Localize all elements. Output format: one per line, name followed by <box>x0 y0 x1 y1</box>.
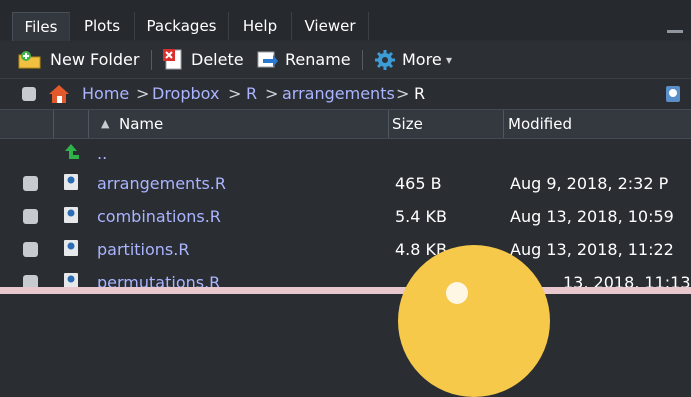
gear-icon <box>375 50 395 70</box>
breadcrumb-separator: > <box>396 84 410 103</box>
breadcrumb-separator: > <box>228 84 242 103</box>
toolbar-divider <box>362 50 363 70</box>
column-header-size[interactable]: Size <box>392 110 423 138</box>
row-checkbox[interactable] <box>23 176 38 191</box>
column-divider <box>88 110 89 138</box>
table-row[interactable]: arrangements.R 465 B Aug 9, 2018, 2:32 P <box>0 167 691 200</box>
breadcrumb-item-dropbox[interactable]: Dropbox <box>152 79 219 109</box>
pane-tabbar: Files Plots Packages Help Viewer <box>0 0 691 41</box>
more-label: More <box>402 50 442 69</box>
file-name-link[interactable]: combinations.R <box>97 200 221 233</box>
r-file-icon <box>64 174 78 190</box>
file-size: 5.4 KB <box>395 207 447 226</box>
column-header-modified[interactable]: Modified <box>508 110 572 138</box>
files-toolbar: New Folder Delete Rename More ▾ <box>0 42 691 79</box>
r-file-icon <box>64 207 78 223</box>
file-modified: 13, 2018, 11:13 <box>563 273 691 292</box>
overlay-circle <box>398 245 550 397</box>
file-modified: Aug 13, 2018, 11:22 <box>510 240 674 259</box>
rename-icon <box>257 51 278 68</box>
column-divider <box>53 110 54 138</box>
home-icon[interactable] <box>48 84 70 104</box>
minimize-icon[interactable] <box>667 30 683 33</box>
overlay-dot <box>446 282 468 304</box>
table-row[interactable]: combinations.R 5.4 KB Aug 13, 2018, 10:5… <box>0 200 691 233</box>
delete-icon <box>163 49 182 70</box>
chevron-down-icon: ▾ <box>446 53 453 67</box>
sort-ascending-icon: ▲ <box>101 117 110 130</box>
file-name-link[interactable]: partitions.R <box>97 233 189 266</box>
breadcrumb: Home > Dropbox > R > arrangements > R <box>0 79 691 109</box>
breadcrumb-separator: > <box>136 84 150 103</box>
file-modified: Aug 9, 2018, 2:32 P <box>510 174 669 193</box>
tab-packages[interactable]: Packages <box>135 12 229 40</box>
breadcrumb-item-current: R <box>414 84 426 103</box>
list-item-parent[interactable]: .. <box>0 137 691 170</box>
row-checkbox[interactable] <box>23 242 38 257</box>
tab-help[interactable]: Help <box>229 12 292 40</box>
tab-plots[interactable]: Plots <box>70 12 135 40</box>
file-name-link[interactable]: arrangements.R <box>97 167 226 200</box>
bottom-strip <box>0 287 691 294</box>
toolbar-divider <box>151 50 152 70</box>
up-arrow-icon <box>65 144 79 159</box>
file-size: 465 B <box>395 174 442 193</box>
new-folder-icon <box>18 51 41 69</box>
column-header-name[interactable]: Name <box>119 110 163 138</box>
rename-label: Rename <box>285 50 351 69</box>
column-divider <box>503 110 504 138</box>
file-list-header: ▲ Name Size Modified <box>0 109 691 139</box>
breadcrumb-home[interactable]: Home <box>82 79 129 109</box>
breadcrumb-separator: > <box>265 84 279 103</box>
tab-viewer[interactable]: Viewer <box>292 12 369 40</box>
r-project-icon[interactable] <box>666 86 680 102</box>
file-modified: Aug 13, 2018, 10:59 <box>510 207 674 226</box>
select-all-checkbox[interactable] <box>22 87 36 101</box>
delete-label: Delete <box>191 50 244 69</box>
r-file-icon <box>64 240 78 256</box>
table-row[interactable]: permutations.R 13, 2018, 11:13 <box>0 266 691 299</box>
table-row[interactable]: partitions.R 4.8 KB Aug 13, 2018, 11:22 <box>0 233 691 266</box>
parent-dir-link[interactable]: .. <box>97 137 107 170</box>
tab-files[interactable]: Files <box>12 12 70 41</box>
new-folder-label: New Folder <box>50 50 140 69</box>
breadcrumb-item-r[interactable]: R <box>246 79 257 109</box>
file-name-link[interactable]: permutations.R <box>97 266 220 299</box>
row-checkbox[interactable] <box>23 209 38 224</box>
column-divider <box>388 110 389 138</box>
breadcrumb-item-arrangements[interactable]: arrangements <box>282 79 395 109</box>
